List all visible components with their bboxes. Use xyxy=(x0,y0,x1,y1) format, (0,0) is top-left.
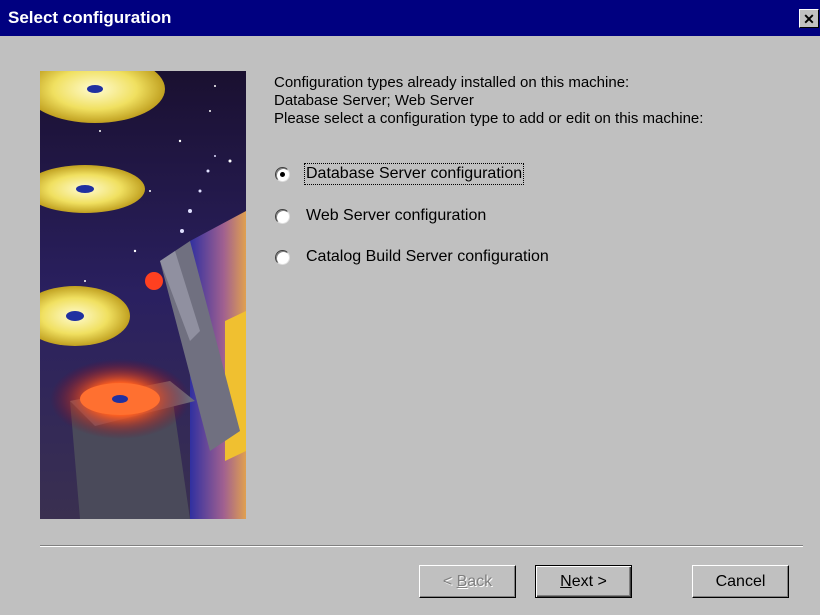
next-label: Next > xyxy=(560,573,607,591)
title-bar[interactable]: Select configuration ✕ xyxy=(0,0,820,36)
cancel-button[interactable]: Cancel xyxy=(692,565,789,598)
installed-label: Configuration types already installed on… xyxy=(274,74,630,91)
back-button[interactable]: < Back xyxy=(419,565,516,598)
back-prefix: < xyxy=(442,572,457,590)
intro-text: Configuration types already installed on… xyxy=(274,74,703,128)
dialog-window: Select configuration ✕ Configuration typ… xyxy=(0,0,820,615)
radio-catalog-build-server[interactable] xyxy=(275,249,290,265)
close-icon: ✕ xyxy=(803,10,815,27)
option-label[interactable]: Catalog Build Server configuration xyxy=(306,248,549,266)
back-rest: ack xyxy=(467,572,493,590)
radio-web-server[interactable] xyxy=(275,208,290,224)
option-label[interactable]: Database Server configuration xyxy=(303,163,525,185)
window-title: Select configuration xyxy=(8,8,172,27)
select-prompt: Please select a configuration type to ad… xyxy=(274,110,704,127)
next-accesskey: N xyxy=(560,572,572,590)
back-label: < Back xyxy=(443,573,492,591)
option-catalog-build-server[interactable]: Catalog Build Server configuration xyxy=(275,246,549,268)
option-label[interactable]: Web Server configuration xyxy=(306,207,486,225)
radio-database-server[interactable] xyxy=(275,166,290,182)
back-accesskey: B xyxy=(456,572,468,590)
cd-discs-illustration-icon xyxy=(40,71,246,519)
cancel-label: Cancel xyxy=(715,572,766,590)
separator xyxy=(40,545,803,547)
wizard-illustration xyxy=(40,71,246,519)
next-rest: ext > xyxy=(571,572,607,590)
close-button[interactable]: ✕ xyxy=(799,9,819,28)
next-button[interactable]: Next > xyxy=(535,565,632,598)
option-web-server[interactable]: Web Server configuration xyxy=(275,205,486,227)
installed-types: Database Server; Web Server xyxy=(274,92,474,109)
option-database-server[interactable]: Database Server configuration xyxy=(275,163,525,185)
